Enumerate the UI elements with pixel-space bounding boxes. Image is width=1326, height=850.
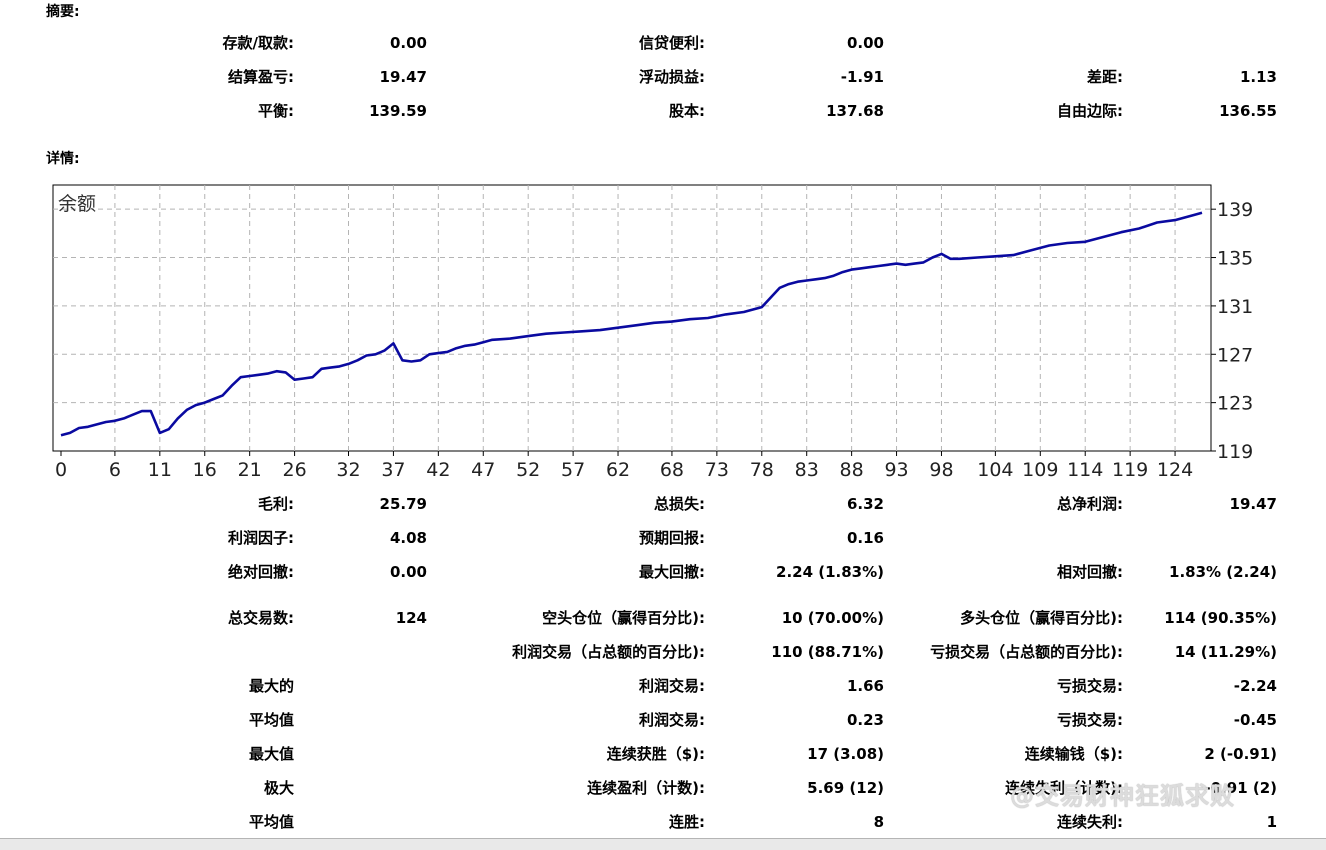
x-tick-label: 57 [561,459,585,481]
stats-value: 2.24 (1.83%) [776,563,884,581]
stats-label: 总交易数: [228,609,294,627]
chart-title: 余额 [58,193,96,215]
x-tick-label: 78 [750,459,774,481]
stats-label: 平均值 [248,813,294,831]
stats-value: 1 [1266,813,1277,831]
stats-value: 4.08 [389,529,427,547]
stats-value: 2 (-0.91) [1204,745,1277,763]
bottom-scrollbar[interactable] [0,838,1326,850]
stats-label: 总净利润: [1057,495,1123,513]
stats-value: 114 (90.35%) [1164,609,1277,627]
stats-label: 多头仓位（赢得百分比): [960,609,1123,627]
x-tick-label: 114 [1067,459,1103,481]
stats-label: 连续失利: [1057,813,1123,831]
x-tick-label: 119 [1112,459,1148,481]
stats-value: 17 (3.08) [807,745,884,763]
stats-value: 14 (11.29%) [1174,643,1277,661]
stats-value: 19.47 [1229,495,1277,513]
stats-value: 5.69 (12) [807,779,884,797]
x-tick-label: 11 [148,459,172,481]
x-tick-label: 42 [426,459,450,481]
x-tick-label: 68 [660,459,684,481]
y-axis-ticks: 119 123 127 131 135 139 [1211,199,1253,463]
stats-value: 0.16 [846,529,884,547]
stats-label: 极大 [263,779,294,797]
stats-label: 连续输钱（$): [1024,745,1123,763]
x-tick-label: 32 [336,459,360,481]
y-tick-label: 135 [1217,248,1253,270]
stats-value: 8 [873,813,884,831]
x-tick-label: 62 [606,459,630,481]
x-tick-label: 93 [884,459,908,481]
stats-label: 连续盈利（计数): [587,779,705,797]
stats-label: 亏损交易（占总额的百分比): [930,643,1123,661]
x-tick-label: 16 [193,459,217,481]
stats-value: 0.23 [846,711,884,729]
stats-label: 平均值 [248,711,294,729]
stats-label: 利润因子: [228,529,294,547]
stats-value: 124 [395,609,427,627]
stats-label: 空头仓位（赢得百分比): [542,609,705,627]
y-tick-label: 127 [1217,344,1253,366]
stats-value: 10 (70.00%) [781,609,884,627]
stats-label: 最大值 [248,745,294,763]
stats-label: 预期回报: [639,529,705,547]
x-tick-label: 109 [1022,459,1058,481]
x-tick-label: 6 [109,459,121,481]
stats-value: -2.24 [1233,677,1277,695]
stats-label: 绝对回撤: [228,563,294,581]
x-tick-label: 52 [516,459,540,481]
stats-value: 25.79 [379,495,427,513]
x-tick-label: 26 [283,459,307,481]
x-tick-label: 88 [840,459,864,481]
stats-label: 总损失: [654,495,705,513]
stats-label: 毛利: [258,495,294,513]
y-tick-label: 123 [1217,393,1253,415]
x-tick-label: 0 [55,459,67,481]
x-tick-label: 73 [705,459,729,481]
y-tick-label: 139 [1217,199,1253,221]
x-tick-label: 47 [471,459,495,481]
stats-label: 最大的 [248,677,294,695]
stats-value: 110 (88.71%) [771,643,884,661]
x-tick-label: 21 [238,459,262,481]
stats-value: 1.66 [846,677,884,695]
stats-label: 相对回撤: [1057,563,1123,581]
stats-label: 利润交易: [639,677,705,695]
x-tick-label: 124 [1157,459,1193,481]
x-axis-ticks: 0 6 11 16 21 26 32 37 42 47 52 57 62 68 73 78 83 88 93 98 10… [55,451,1193,481]
x-tick-label: 104 [977,459,1013,481]
stats-label: 亏损交易: [1057,711,1123,729]
balance-chart: 0 6 11 16 21 26 32 37 42 47 52 57 62 68 73 78 83 88 93 98 10… [52,184,1253,481]
stats-label: 利润交易（占总额的百分比): [512,643,705,661]
stats-value: 1.83% (2.24) [1169,563,1277,581]
stats-label: 亏损交易: [1057,677,1123,695]
x-tick-label: 37 [381,459,405,481]
chart-plot-area [52,184,1212,452]
stats-value: 0.00 [389,563,427,581]
x-tick-label: 98 [929,459,953,481]
stats-label: 连胜: [669,813,705,831]
stats-label: 最大回撤: [639,563,705,581]
stats-value: 6.32 [846,495,884,513]
x-tick-label: 83 [795,459,819,481]
watermark: @交易财神狂狐求败 [1010,782,1235,810]
stats-label: 利润交易: [639,711,705,729]
y-tick-label: 119 [1217,441,1253,463]
stats-value: -0.45 [1233,711,1277,729]
y-tick-label: 131 [1217,296,1253,318]
stats-label: 连续获胜（$): [606,745,705,763]
